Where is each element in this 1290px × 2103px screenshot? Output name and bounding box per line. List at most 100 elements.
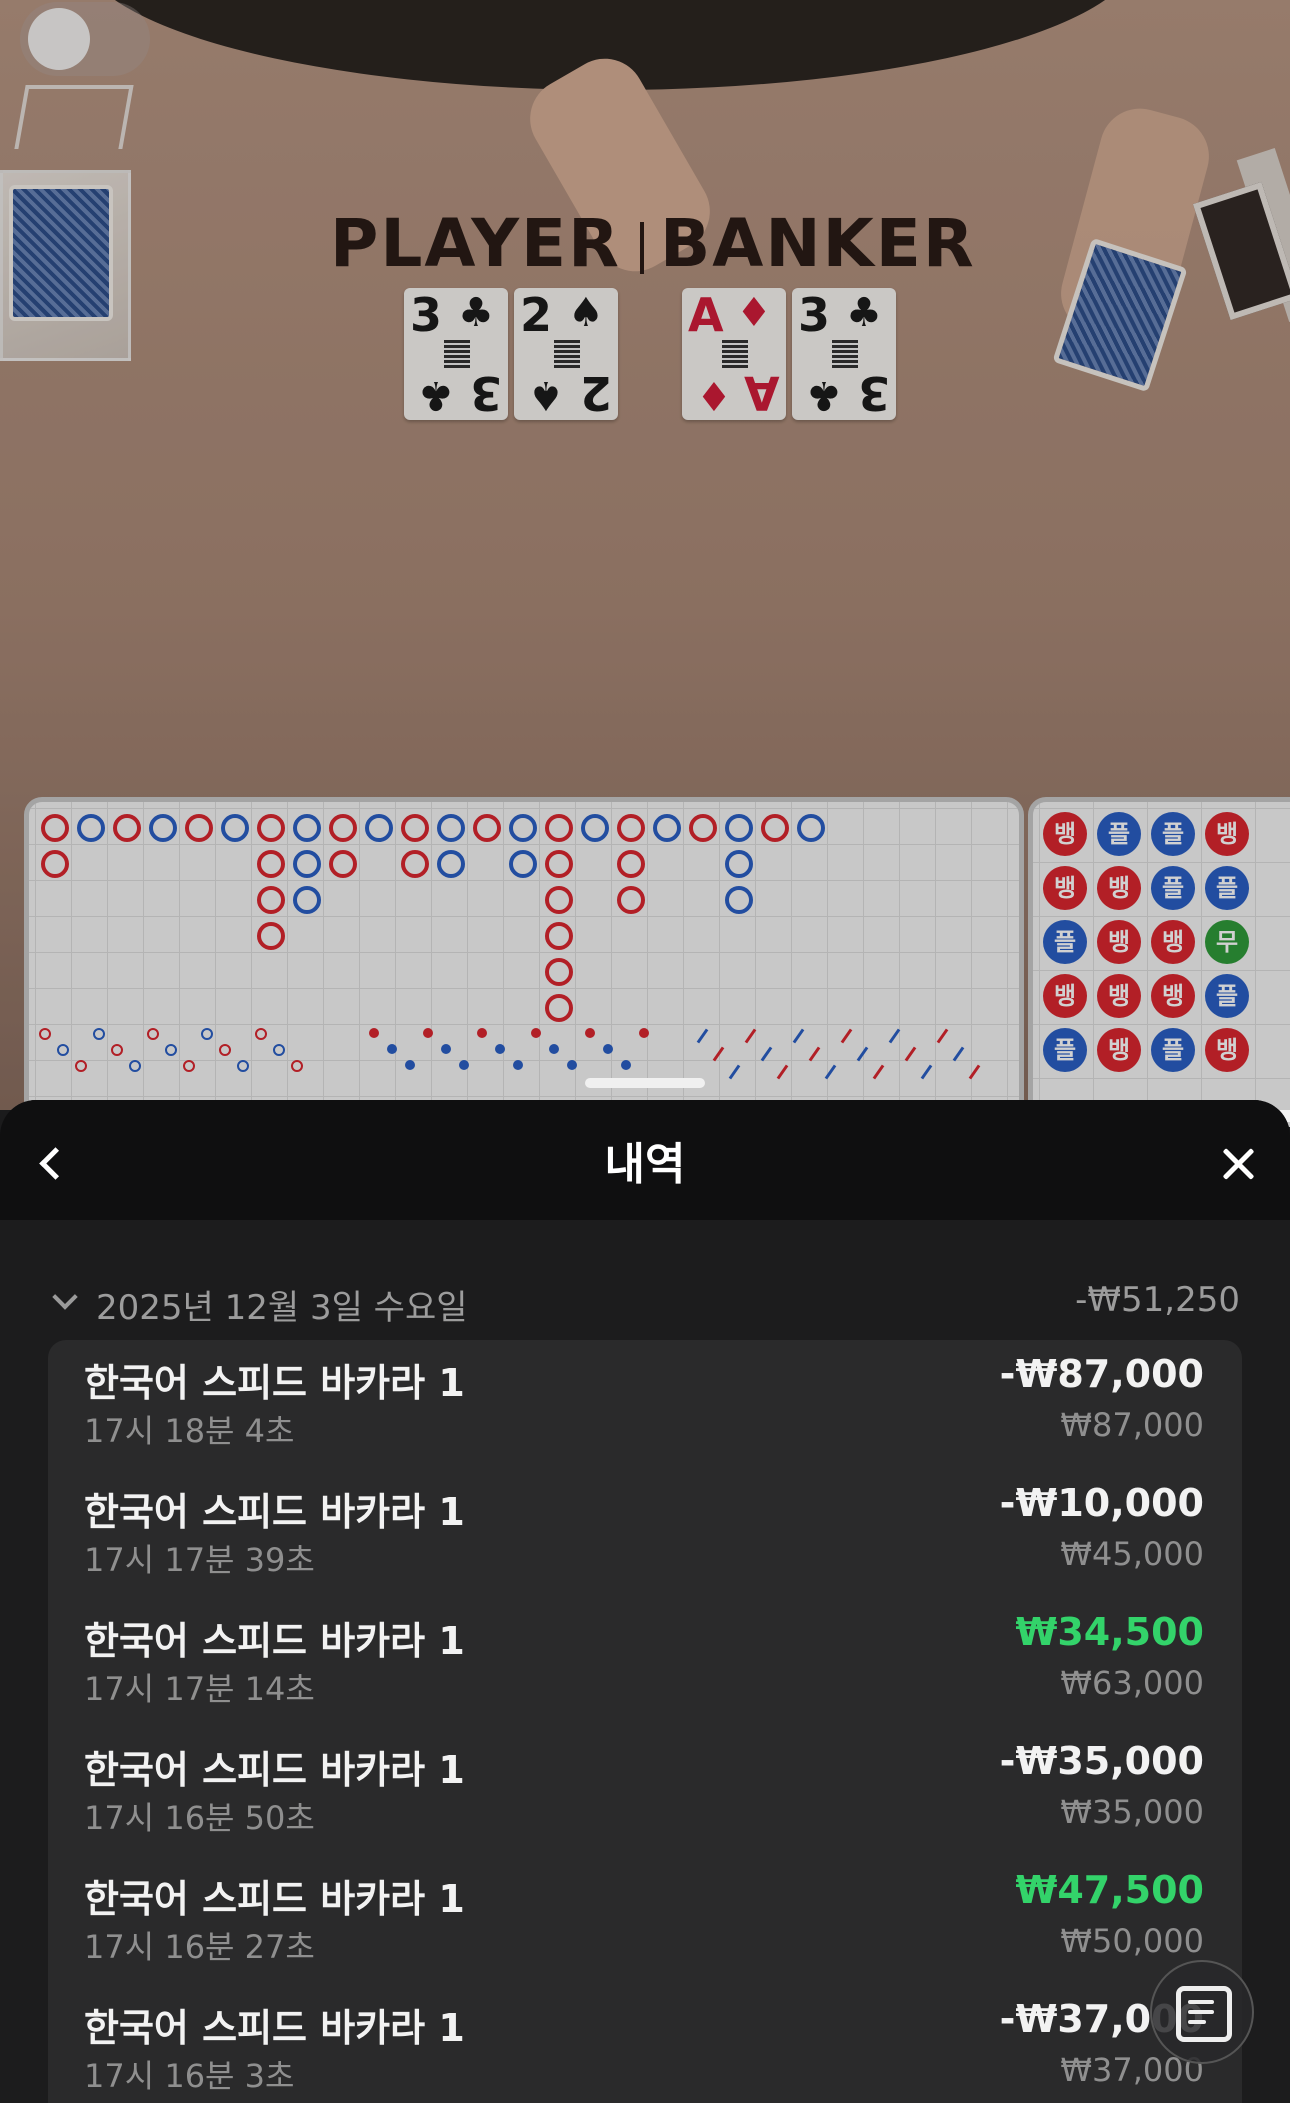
bead-road-chip: 뱅 <box>1097 974 1141 1018</box>
bead-road-scoreboard[interactable]: 뱅플플뱅뱅뱅플플플뱅뱅무뱅뱅뱅플플뱅플뱅 <box>1028 797 1290 1127</box>
derived-road-mark <box>531 1028 541 1038</box>
derived-road-mark <box>183 1060 195 1072</box>
bead-road-chip: 뱅 <box>1205 812 1249 856</box>
shoe-frame <box>14 85 134 149</box>
derived-road-mark <box>111 1044 123 1056</box>
bead-road-chip: 플 <box>1205 866 1249 910</box>
big-road-mark <box>329 814 357 842</box>
entry-game-name: 한국어 스피드 바카라 1 <box>84 1619 465 1663</box>
big-road-mark <box>581 814 609 842</box>
bead-road-chip: 뱅 <box>1043 812 1087 856</box>
derived-road-mark <box>57 1044 69 1056</box>
big-road-mark <box>725 814 753 842</box>
bead-road-chip: 플 <box>1151 1028 1195 1072</box>
derived-road-mark <box>75 1060 87 1072</box>
entry-bet-amount: ₩45,000 <box>1060 1535 1204 1573</box>
history-entry[interactable]: 한국어 스피드 바카라 1 17시 16분 3초 -₩37,000 ₩37,00… <box>48 1985 1242 2103</box>
entry-time: 17시 16분 50초 <box>84 1799 315 1837</box>
big-road-mark <box>473 814 501 842</box>
entry-game-name: 한국어 스피드 바카라 1 <box>84 1361 465 1405</box>
big-road-mark <box>113 814 141 842</box>
derived-road-mark <box>495 1044 505 1054</box>
big-road-mark <box>293 814 321 842</box>
bead-road-chip: 뱅 <box>1151 920 1195 964</box>
derived-road-mark <box>477 1028 487 1038</box>
big-road-mark <box>401 850 429 878</box>
big-road-mark <box>365 814 393 842</box>
big-road-mark <box>509 850 537 878</box>
big-road-mark <box>617 850 645 878</box>
history-entry[interactable]: 한국어 스피드 바카라 1 17시 18분 4초 -₩87,000 ₩87,00… <box>48 1340 1242 1468</box>
derived-road-mark <box>459 1060 469 1070</box>
banker-card-1: A ♦ A ♦ <box>682 288 786 420</box>
bead-road-chip: 플 <box>1205 974 1249 1018</box>
label-separator <box>640 222 644 274</box>
bead-road-chip: 플 <box>1043 1028 1087 1072</box>
bead-road-chip: 플 <box>1151 866 1195 910</box>
big-road-mark <box>725 850 753 878</box>
big-road-mark <box>545 850 573 878</box>
derived-road-mark <box>201 1028 213 1040</box>
chevron-down-icon <box>52 1284 78 1310</box>
big-road-mark <box>185 814 213 842</box>
big-road-mark <box>77 814 105 842</box>
big-road-mark <box>545 922 573 950</box>
entry-bet-amount: ₩63,000 <box>1060 1664 1204 1702</box>
big-road-mark <box>329 850 357 878</box>
big-road-mark <box>221 814 249 842</box>
big-road-mark <box>149 814 177 842</box>
history-list: 한국어 스피드 바카라 1 17시 18분 4초 -₩87,000 ₩87,00… <box>48 1340 1242 2103</box>
bead-road-chip: 뱅 <box>1097 920 1141 964</box>
history-sheet: 내역 2025년 12월 3일 수요일 -₩51,250 한국어 스피드 바카라… <box>0 1100 1290 2103</box>
derived-road-mark <box>237 1060 249 1072</box>
bead-road-chip: 무 <box>1205 920 1249 964</box>
big-road-mark <box>545 994 573 1022</box>
bead-road-chip: 뱅 <box>1097 1028 1141 1072</box>
derived-road-mark <box>621 1060 631 1070</box>
day-total: -₩51,250 <box>1075 1280 1240 1320</box>
big-road-mark <box>437 850 465 878</box>
derived-road-mark <box>567 1060 577 1070</box>
big-road-mark <box>257 814 285 842</box>
bead-road-chip: 플 <box>1151 812 1195 856</box>
sheet-header: 내역 <box>0 1100 1290 1220</box>
big-road-mark <box>617 886 645 914</box>
big-road-mark <box>545 814 573 842</box>
derived-road-mark <box>639 1028 649 1038</box>
history-entry[interactable]: 한국어 스피드 바카라 1 17시 17분 14초 ₩34,500 ₩63,00… <box>48 1598 1242 1726</box>
big-road-mark <box>41 814 69 842</box>
big-road-mark <box>293 886 321 914</box>
derived-road-mark <box>255 1028 267 1040</box>
player-label: PLAYER <box>330 205 621 282</box>
bead-road-chip: 뱅 <box>1151 974 1195 1018</box>
entry-game-name: 한국어 스피드 바카라 1 <box>84 1748 465 1792</box>
sheet-drag-handle[interactable] <box>585 1078 705 1088</box>
history-entry[interactable]: 한국어 스피드 바카라 1 17시 16분 50초 -₩35,000 ₩35,0… <box>48 1727 1242 1855</box>
derived-road-mark <box>219 1044 231 1056</box>
entry-result-amount: -₩10,000 <box>999 1481 1204 1525</box>
entry-result-amount: -₩87,000 <box>999 1352 1204 1396</box>
big-road-mark <box>257 886 285 914</box>
bead-road-chip: 뱅 <box>1097 866 1141 910</box>
entry-time: 17시 16분 27초 <box>84 1928 315 1966</box>
big-road-mark <box>725 886 753 914</box>
scan-icon[interactable] <box>1150 1960 1254 2064</box>
close-icon[interactable] <box>1210 1136 1266 1192</box>
player-card-2: 2 ♠ 2 ♠ <box>514 288 618 420</box>
entry-result-amount: ₩47,500 <box>1015 1868 1204 1912</box>
menu-button[interactable] <box>28 8 90 70</box>
entry-game-name: 한국어 스피드 바카라 1 <box>84 1490 465 1534</box>
day-group-header[interactable]: 2025년 12월 3일 수요일 -₩51,250 <box>48 1274 1240 1330</box>
derived-road-mark <box>603 1044 613 1054</box>
history-entry[interactable]: 한국어 스피드 바카라 1 17시 16분 27초 ₩47,500 ₩50,00… <box>48 1856 1242 1984</box>
derived-road-mark <box>405 1060 415 1070</box>
big-road-mark <box>545 886 573 914</box>
bead-road-chip: 뱅 <box>1043 866 1087 910</box>
big-road-mark <box>761 814 789 842</box>
banker-label: BANKER <box>660 205 976 282</box>
derived-road-mark <box>423 1028 433 1038</box>
history-entry[interactable]: 한국어 스피드 바카라 1 17시 17분 39초 -₩10,000 ₩45,0… <box>48 1469 1242 1597</box>
derived-road-mark <box>273 1044 285 1056</box>
big-road-mark <box>689 814 717 842</box>
big-road-scoreboard[interactable] <box>24 797 1024 1127</box>
